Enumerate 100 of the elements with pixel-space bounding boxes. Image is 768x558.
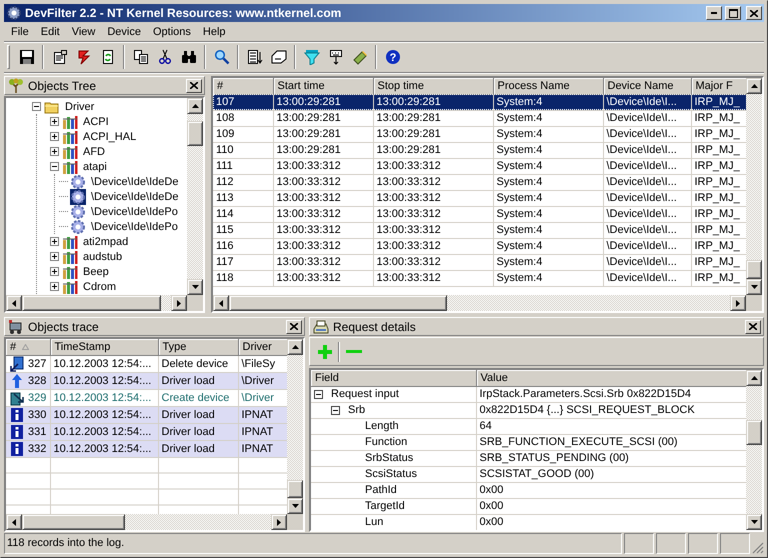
scrollbar-thumb[interactable]: [229, 295, 448, 311]
tree-item[interactable]: Beep: [82, 266, 110, 278]
tree-item[interactable]: ACPI: [82, 116, 110, 128]
tree-item[interactable]: AFD: [82, 146, 106, 158]
table-row[interactable]: 111 13:00:33:312 13:00:33:312 System:4 \Device\Ide\I... IRP_MJ_: [213, 158, 746, 174]
page-arrow-icon: [9, 356, 25, 371]
scroll-down-button[interactable]: [746, 514, 762, 530]
table-cell: 10.12.2003 12:54:...: [50, 440, 158, 457]
tree-item[interactable]: ati2mpad: [82, 236, 130, 248]
vertical-scrollbar[interactable]: [746, 370, 762, 530]
table-row[interactable]: 328 10.12.2003 12:54:... Driver load \Driver: [6, 372, 287, 389]
table-row[interactable]: 116 13:00:33:312 13:00:33:312 System:4 \Device\Ide\I... IRP_MJ_: [213, 238, 746, 254]
table-cell: 332: [28, 442, 46, 454]
scroll-down-button[interactable]: [746, 279, 762, 295]
scroll-left-button[interactable]: [6, 295, 22, 311]
tree-item[interactable]: Driver: [64, 100, 96, 112]
table-row[interactable]: 109 13:00:29:281 13:00:29:281 System:4 \Device\Ide\I... IRP_MJ_: [213, 126, 746, 142]
expand-icon[interactable]: [50, 237, 59, 246]
scroll-down-button[interactable]: [187, 279, 203, 295]
scroll-up-button[interactable]: [187, 98, 203, 114]
expand-icon[interactable]: [50, 252, 59, 261]
column-header[interactable]: Major F: [691, 78, 746, 94]
pane-title: Objects trace: [28, 320, 100, 334]
table-row[interactable]: 112 13:00:33:312 13:00:33:312 System:4 \Device\Ide\I... IRP_MJ_: [213, 174, 746, 190]
table-row[interactable]: 107 13:00:29:281 13:00:29:281 System:4 \Device\Ide\I... IRP_MJ_: [213, 94, 746, 110]
table-cell: PathId: [365, 484, 397, 496]
tree-item[interactable]: \Device\Ide\IdePo: [90, 220, 179, 232]
collapse-icon[interactable]: [314, 390, 323, 398]
vertical-scrollbar[interactable]: [287, 339, 303, 514]
collapse-icon[interactable]: [32, 102, 41, 111]
table-cell: 13:00:33:312: [373, 222, 493, 238]
minimize-button[interactable]: [706, 6, 722, 20]
table-row[interactable]: 330 10.12.2003 12:54:... Driver load IPNAT: [6, 406, 287, 423]
scroll-left-button[interactable]: [6, 514, 22, 530]
menu-item[interactable]: Edit: [34, 24, 66, 40]
tree-item[interactable]: atapi: [82, 160, 108, 172]
scroll-right-button[interactable]: [271, 514, 287, 530]
scroll-up-button[interactable]: [287, 339, 303, 355]
scrollbar-thumb[interactable]: [746, 420, 762, 446]
table-row[interactable]: 115 13:00:33:312 13:00:33:312 System:4 \Device\Ide\I... IRP_MJ_: [213, 222, 746, 238]
tree-item[interactable]: \Device\Ide\IdeDe: [90, 190, 180, 202]
close-button[interactable]: [745, 320, 761, 334]
table-cell: 116: [213, 238, 273, 254]
column-header[interactable]: Field: [311, 370, 476, 386]
table-row[interactable]: 332 10.12.2003 12:54:... Driver load IPNAT: [6, 440, 287, 457]
menu-item[interactable]: Options: [146, 24, 197, 40]
scroll-right-button[interactable]: [730, 295, 746, 311]
expand-icon[interactable]: [50, 147, 59, 156]
scroll-up-button[interactable]: [746, 78, 762, 94]
tree-item[interactable]: audstub: [82, 250, 124, 262]
close-button[interactable]: [286, 320, 302, 334]
scrollbar-thumb[interactable]: [22, 514, 125, 530]
tree-item[interactable]: ACPI_HAL: [82, 130, 138, 142]
tree-item[interactable]: \Device\Ide\IdeDe: [90, 176, 180, 188]
menu-item[interactable]: View: [66, 24, 102, 40]
table-row[interactable]: 110 13:00:29:281 13:00:29:281 System:4 \Device\Ide\I... IRP_MJ_: [213, 142, 746, 158]
scrollbar-thumb[interactable]: [187, 121, 203, 146]
expand-icon[interactable]: [50, 132, 59, 141]
help-button[interactable]: ?: [381, 46, 404, 68]
table-row[interactable]: 108 13:00:29:281 13:00:29:281 System:4 \Device\Ide\I... IRP_MJ_: [213, 110, 746, 126]
maximize-button[interactable]: [725, 6, 741, 20]
resize-grip-icon[interactable]: [752, 542, 764, 554]
tree-item[interactable]: Cdrom: [82, 280, 118, 292]
column-header[interactable]: Value: [476, 370, 746, 386]
table-row[interactable]: 117 13:00:33:312 13:00:33:312 System:4 \Device\Ide\I... IRP_MJ_: [213, 254, 746, 270]
table-row[interactable]: 327 10.12.2003 12:54:... Delete device \FileSy: [6, 355, 287, 372]
scroll-left-button[interactable]: [213, 295, 229, 311]
column-header[interactable]: #: [10, 340, 16, 353]
collapse-icon[interactable]: [50, 162, 59, 171]
expand-icon[interactable]: [50, 117, 59, 126]
cart-icon: [8, 318, 24, 334]
column-header[interactable]: Start time: [273, 78, 373, 94]
scroll-down-button[interactable]: [287, 498, 303, 514]
collapse-icon[interactable]: [331, 406, 340, 414]
column-header[interactable]: Stop time: [373, 78, 493, 94]
tree-item[interactable]: \Device\Ide\IdePo: [90, 206, 179, 218]
column-header[interactable]: Device Name: [603, 78, 691, 94]
column-header[interactable]: Process Name: [493, 78, 603, 94]
menu-item[interactable]: Help: [196, 24, 232, 40]
table-row[interactable]: 118 13:00:33:312 13:00:33:312 System:4 \Device\Ide\I... IRP_MJ_: [213, 270, 746, 286]
table-row[interactable]: 329 10.12.2003 12:54:... Create device \Driver: [6, 389, 287, 406]
close-button[interactable]: [186, 78, 202, 92]
table-row[interactable]: 113 13:00:33:312 13:00:33:312 System:4 \Device\Ide\I... IRP_MJ_: [213, 190, 746, 206]
scroll-up-button[interactable]: [746, 370, 762, 386]
table-cell: System:4: [493, 206, 603, 222]
menu-item[interactable]: Device: [101, 24, 147, 40]
scrollbar-thumb[interactable]: [746, 260, 762, 279]
expand-icon[interactable]: [50, 267, 59, 276]
table-cell: System:4: [493, 254, 603, 270]
expand-icon[interactable]: [50, 282, 59, 291]
table-row[interactable]: 331 10.12.2003 12:54:... Driver load IPNAT: [6, 423, 287, 440]
scrollbar-thumb[interactable]: [287, 480, 303, 498]
table-row[interactable]: 114 13:00:33:312 13:00:33:312 System:4 \Device\Ide\I... IRP_MJ_: [213, 206, 746, 222]
menu-item[interactable]: File: [5, 24, 35, 40]
column-header[interactable]: #: [213, 78, 273, 94]
table-cell: 10.12.2003 12:54:...: [50, 406, 158, 423]
scroll-right-button[interactable]: [171, 295, 187, 311]
close-button[interactable]: [746, 6, 762, 20]
horizontal-scrollbar[interactable]: [6, 295, 187, 311]
vertical-scrollbar[interactable]: [187, 98, 203, 295]
